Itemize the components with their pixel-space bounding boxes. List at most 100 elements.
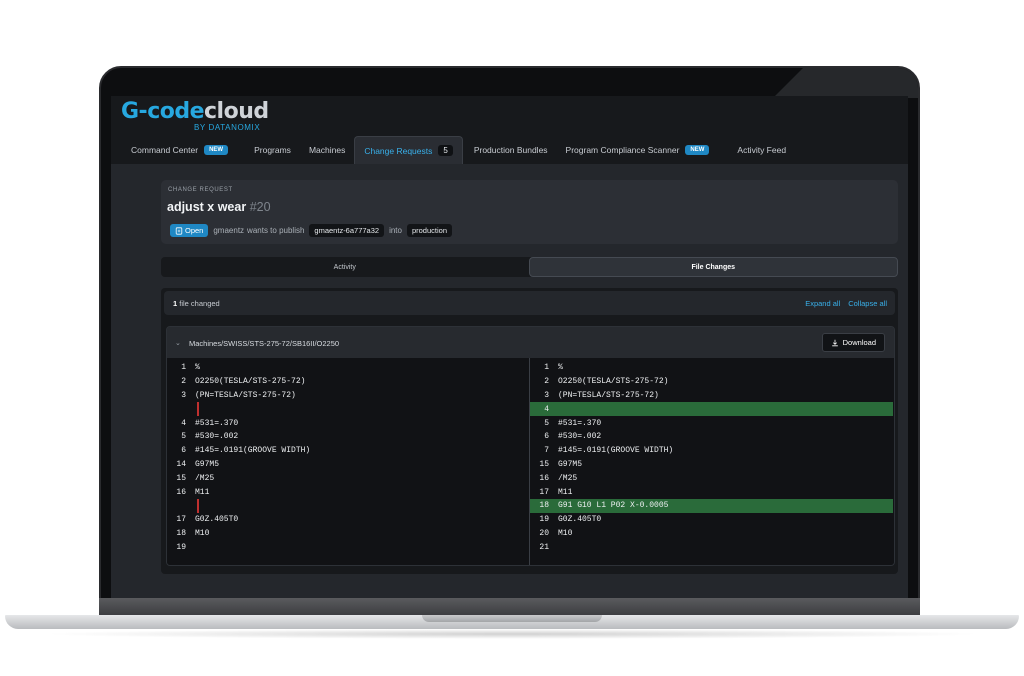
code-text: #530=.002	[558, 432, 602, 442]
diff-line: 6 #145=.0191(GROOVE WIDTH)	[167, 444, 529, 458]
diff-line: 3 (PN=TESLA/STS-275-72)	[167, 389, 529, 403]
laptop-lid: G-codecloud BY DATANOMIX Command Center …	[99, 66, 920, 626]
line-number: 3	[181, 390, 186, 400]
diff-line: 18 M10	[167, 527, 529, 541]
source-branch[interactable]: gmaentz-6a777a32	[309, 224, 385, 237]
diff-line: 2 O2250(TESLA/STS-275-72)	[530, 375, 893, 389]
change-request-header: CHANGE REQUEST adjust x wear #20 Open gm…	[161, 180, 898, 244]
line-number: 18	[176, 528, 186, 538]
main-nav: Command Center NEW Programs Machines Cha…	[111, 136, 795, 164]
files-summary-bar: 1 file changed Expand all Collapse all	[164, 291, 895, 315]
tab-programs[interactable]: Programs	[245, 136, 300, 164]
tab-label: Machines	[308, 145, 346, 155]
app-logo[interactable]: G-codecloud	[121, 99, 269, 124]
count-badge: 5	[438, 145, 453, 156]
line-number: 1	[544, 363, 549, 373]
tab-label: Command Center	[131, 145, 199, 155]
diff-line: 16/M25	[530, 471, 893, 485]
change-request-icon	[175, 226, 183, 235]
line-number: 16	[176, 487, 186, 497]
expand-all-link[interactable]: Expand all	[805, 299, 840, 308]
file-count: 1	[173, 299, 178, 308]
tab-program-compliance-scanner[interactable]: Program Compliance Scanner NEW	[557, 136, 719, 164]
code-text: G0Z.405T0	[195, 515, 239, 525]
cr-number: #20	[249, 200, 271, 214]
line-number: 18	[539, 501, 549, 511]
diff-line: 5 #531=.370	[530, 416, 893, 430]
tab-change-requests[interactable]: Change Requests 5	[354, 136, 463, 164]
line-number: 5	[544, 418, 549, 428]
line-number: 15	[176, 473, 186, 483]
laptop-base-notch	[422, 615, 602, 622]
chevron-down-icon[interactable]: ⌄	[175, 339, 181, 347]
file-diff-card: ⌄ Machines/SWISS/STS-275-72/SB16II/O2250…	[166, 326, 895, 566]
line-number: 4	[544, 404, 549, 414]
line-number: 7	[544, 446, 549, 456]
diff-line: 1%	[530, 361, 893, 375]
line-number: 4	[181, 418, 186, 428]
screen: G-codecloud BY DATANOMIX Command Center …	[111, 96, 908, 615]
code-text: G91 G10 L1 P02 X-0.0005	[558, 501, 669, 511]
cr-title-text: adjust x wear	[167, 200, 247, 214]
code-text: M11	[558, 487, 573, 497]
code-text: #145=.0191(GROOVE WIDTH)	[558, 446, 674, 456]
laptop-shadow	[40, 629, 984, 639]
line-number: 19	[539, 515, 549, 525]
tab-activity[interactable]: Activity	[161, 257, 529, 277]
tab-file-changes[interactable]: File Changes	[528, 257, 898, 277]
diff-line-added: 4	[530, 402, 893, 417]
files-changed-count: 1 file changed	[173, 299, 220, 308]
cr-author[interactable]: gmaentz	[213, 226, 244, 235]
code-text: G97M5	[558, 459, 583, 469]
file-diff-header[interactable]: ⌄ Machines/SWISS/STS-275-72/SB16II/O2250…	[167, 327, 894, 358]
expand-collapse-links: Expand all Collapse all	[805, 299, 887, 308]
laptop-mockup: G-codecloud BY DATANOMIX Command Center …	[0, 0, 1024, 676]
collapse-all-link[interactable]: Collapse all	[848, 299, 887, 308]
tab-label: Programs	[254, 145, 291, 155]
code-text: O2250(TESLA/STS-275-72)	[195, 377, 306, 387]
code-text: O2250(TESLA/STS-275-72)	[558, 377, 669, 387]
split-diff-view: 1% 2 O2250(TESLA/STS-275-72) 3 (PN=TESLA/STS…	[167, 358, 894, 565]
tab-machines[interactable]: Machines	[300, 136, 354, 164]
diff-line: 16 M11	[167, 485, 529, 499]
tab-command-center[interactable]: Command Center NEW	[111, 136, 237, 164]
diff-line: 21	[530, 540, 893, 554]
code-text: G0Z.405T0	[558, 515, 602, 525]
diff-line: 7 #145=.0191(GROOVE WIDTH)	[530, 444, 893, 458]
code-text: M10	[195, 528, 210, 538]
diff-line: 2 O2250(TESLA/STS-275-72)	[167, 375, 529, 389]
code-text: #145=.0191(GROOVE WIDTH)	[195, 446, 311, 456]
new-badge: NEW	[685, 145, 710, 155]
download-button[interactable]: Download	[821, 333, 885, 352]
tab-label: Program Compliance Scanner	[565, 145, 680, 155]
diff-line: 14 G97M5	[167, 458, 529, 472]
target-branch[interactable]: production	[406, 224, 452, 237]
line-number: 19	[176, 542, 186, 552]
logo-text-gcode: G-code	[121, 99, 205, 124]
status-badge: Open	[170, 224, 209, 237]
cr-into-text: into	[389, 226, 402, 235]
diff-line: 20 M10	[530, 527, 893, 541]
diff-line: 19 G0Z.405T0	[530, 513, 893, 527]
tab-activity-feed[interactable]: Activity Feed	[728, 136, 795, 164]
diff-line-removed-placeholder	[167, 498, 529, 513]
code-text: M10	[558, 528, 573, 538]
tab-production-bundles[interactable]: Production Bundles	[465, 136, 557, 164]
download-icon	[831, 339, 838, 346]
cr-eyebrow: CHANGE REQUEST	[168, 187, 233, 193]
code-text: %	[195, 363, 200, 373]
diff-pane-modified: 1% 2 O2250(TESLA/STS-275-72) 3 (PN=TESLA/STS…	[530, 358, 893, 565]
line-number: 2	[544, 377, 549, 387]
file-count-label: file changed	[179, 299, 220, 308]
diff-line: 6 #530=.002	[530, 430, 893, 444]
app-header: G-codecloud BY DATANOMIX Command Center …	[111, 96, 908, 164]
code-text: #530=.002	[195, 432, 239, 442]
lid-glare	[758, 68, 918, 98]
cr-meta: Open gmaentz wants to publish gmaentz-6a…	[170, 224, 452, 237]
line-number: 17	[176, 515, 186, 525]
code-text: (PN=TESLA/STS-275-72)	[558, 390, 659, 400]
code-text: #531=.370	[558, 418, 602, 428]
code-text: (PN=TESLA/STS-275-72)	[195, 390, 296, 400]
line-number: 6	[181, 446, 186, 456]
diff-line: 3 (PN=TESLA/STS-275-72)	[530, 389, 893, 403]
